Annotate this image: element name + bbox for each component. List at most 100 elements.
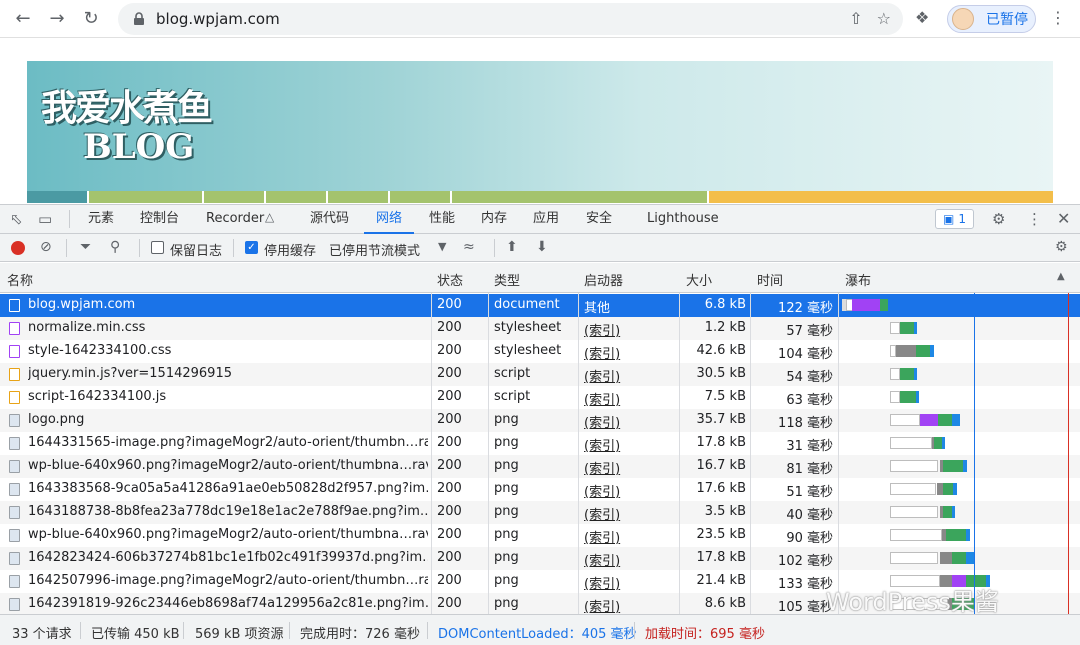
site-logo[interactable]: 我爱水煮鱼 BLOG bbox=[41, 79, 231, 169]
tab-network[interactable]: 网络 bbox=[364, 205, 415, 234]
request-initiator[interactable]: (索引) bbox=[584, 366, 674, 385]
chevron-down-icon[interactable]: ▼ bbox=[438, 240, 446, 253]
tab-sources[interactable]: 源代码 bbox=[310, 205, 349, 234]
bookmark-star-icon[interactable]: ☆ bbox=[877, 9, 891, 28]
clear-icon[interactable]: ⊘ bbox=[40, 239, 52, 255]
tab-performance[interactable]: 性能 bbox=[429, 205, 455, 234]
request-initiator[interactable]: (索引) bbox=[584, 550, 674, 569]
column-header-size[interactable]: 大小 bbox=[686, 270, 712, 289]
profile-button[interactable]: 已暂停 bbox=[947, 5, 1036, 33]
preserve-log-checkbox[interactable] bbox=[151, 241, 164, 254]
nav-segment[interactable] bbox=[390, 191, 452, 203]
throttling-select[interactable]: 已停用节流模式 bbox=[329, 240, 420, 259]
waterfall-bar-segment bbox=[938, 414, 952, 426]
sort-ascending-icon[interactable]: ▲ bbox=[1057, 271, 1065, 282]
request-initiator[interactable]: (索引) bbox=[584, 412, 674, 431]
tab-memory[interactable]: 内存 bbox=[481, 205, 507, 234]
divider bbox=[139, 239, 140, 257]
tab-elements[interactable]: 元素 bbox=[88, 205, 114, 234]
tab-lighthouse[interactable]: Lighthouse bbox=[647, 205, 719, 234]
search-icon[interactable]: ⚲ bbox=[110, 239, 120, 255]
disable-cache-checkbox[interactable]: ✓ bbox=[245, 241, 258, 254]
issues-counter-button[interactable]: ▣ 1 bbox=[935, 209, 974, 229]
column-header-name[interactable]: 名称 bbox=[7, 270, 33, 289]
avatar bbox=[952, 8, 974, 30]
table-row[interactable]: jquery.min.js?ver=1514296915 200 script (索引… bbox=[0, 363, 1080, 386]
nav-segment[interactable] bbox=[89, 191, 204, 203]
share-icon[interactable]: ⇧ bbox=[849, 9, 862, 28]
device-toolbar-icon[interactable]: ▭ bbox=[38, 210, 52, 228]
reload-icon[interactable]: ↻ bbox=[74, 4, 108, 34]
waterfall-bar-segment bbox=[920, 414, 938, 426]
network-settings-gear-icon[interactable]: ⚙ bbox=[1055, 239, 1068, 255]
request-initiator[interactable]: (索引) bbox=[584, 596, 674, 614]
request-initiator[interactable]: (索引) bbox=[584, 458, 674, 477]
request-initiator: 其他 bbox=[584, 301, 611, 316]
tab-recorder[interactable]: Recorder bbox=[206, 205, 264, 234]
back-icon[interactable]: ← bbox=[6, 4, 40, 34]
waterfall-bar-segment bbox=[952, 414, 960, 426]
nav-segment[interactable] bbox=[452, 191, 709, 203]
filter-icon[interactable]: ⏷ bbox=[80, 239, 91, 255]
table-row[interactable]: 1643188738-8b8fea23a778dc19e18e1ac2e788f… bbox=[0, 501, 1080, 524]
address-bar[interactable]: blog.wpjam.com ⇧ ☆ bbox=[118, 3, 903, 35]
table-row[interactable]: wp-blue-640x960.png?imageMogr2/auto-orie… bbox=[0, 524, 1080, 547]
request-initiator[interactable]: (索引) bbox=[584, 527, 674, 546]
nav-segment[interactable] bbox=[27, 191, 89, 203]
request-initiator[interactable]: (索引) bbox=[584, 573, 674, 592]
column-header-time[interactable]: 时间 bbox=[757, 270, 783, 289]
nav-search-area[interactable] bbox=[709, 191, 1053, 203]
settings-gear-icon[interactable]: ⚙ bbox=[992, 210, 1005, 228]
request-initiator[interactable]: (索引) bbox=[584, 504, 674, 523]
inspect-element-icon[interactable]: ⬁ bbox=[10, 210, 23, 228]
column-divider bbox=[578, 293, 579, 614]
request-time: 122 毫秒 bbox=[778, 301, 833, 316]
nav-segment[interactable] bbox=[266, 191, 328, 203]
request-type: png bbox=[494, 481, 519, 496]
request-initiator[interactable]: (索引) bbox=[584, 343, 674, 362]
request-status: 200 bbox=[437, 481, 462, 496]
request-name: script-1642334100.js bbox=[28, 389, 167, 404]
column-header-type[interactable]: 类型 bbox=[494, 270, 520, 289]
nav-segment[interactable] bbox=[204, 191, 266, 203]
request-initiator[interactable]: (索引) bbox=[584, 481, 674, 500]
more-options-icon[interactable]: ⋮ bbox=[1027, 210, 1042, 228]
network-conditions-icon[interactable]: ≈ bbox=[463, 239, 475, 255]
request-type: png bbox=[494, 527, 519, 542]
web-page-viewport: 我爱水煮鱼 BLOG bbox=[0, 38, 1080, 204]
export-har-icon[interactable]: ⬇ bbox=[536, 239, 548, 255]
column-header-waterfall[interactable]: 瀑布 bbox=[845, 270, 871, 289]
request-initiator[interactable]: (索引) bbox=[584, 389, 674, 408]
import-har-icon[interactable]: ⬆ bbox=[506, 239, 518, 255]
request-name: 1642507996-image.png?imageMogr2/auto-ori… bbox=[28, 573, 428, 588]
table-row[interactable]: normalize.min.css 200 stylesheet (索引) 1.2 kB… bbox=[0, 317, 1080, 340]
table-row[interactable]: wp-blue-640x960.png?imageMogr2/auto-orie… bbox=[0, 455, 1080, 478]
table-row[interactable]: blog.wpjam.com 200 document 其他 6.8 kB 122 毫秒 bbox=[0, 294, 1080, 317]
table-row[interactable]: 1643383568-9ca05a5a41286a91ae0eb50828d2f… bbox=[0, 478, 1080, 501]
waterfall-bar-segment bbox=[890, 506, 938, 518]
browser-menu-icon[interactable]: ⋮ bbox=[1050, 8, 1066, 27]
table-row[interactable]: 1644331565-image.png?imageMogr2/auto-ori… bbox=[0, 432, 1080, 455]
tab-security[interactable]: 安全 bbox=[586, 205, 612, 234]
forward-icon[interactable]: → bbox=[40, 4, 74, 34]
network-summary-bar: 33 个请求 已传输 450 kB 569 kB 项资源 完成用时：726 毫秒… bbox=[0, 614, 1080, 645]
waterfall-bar-segment bbox=[934, 437, 942, 449]
waterfall-bar-segment bbox=[914, 322, 917, 334]
extensions-puzzle-icon[interactable]: ❖ bbox=[915, 8, 929, 27]
table-row[interactable]: script-1642334100.js 200 script (索引) 7.5 kB 6… bbox=[0, 386, 1080, 409]
table-row[interactable]: 1642823424-606b37274b81bc1e1fb02c491f399… bbox=[0, 547, 1080, 570]
request-status: 200 bbox=[437, 435, 462, 450]
request-type: png bbox=[494, 550, 519, 565]
column-header-initiator[interactable]: 启动器 bbox=[584, 270, 623, 289]
close-devtools-icon[interactable]: ✕ bbox=[1057, 209, 1070, 228]
table-row[interactable]: logo.png 200 png (索引) 35.7 kB 118 毫秒 bbox=[0, 409, 1080, 432]
tab-console[interactable]: 控制台 bbox=[140, 205, 179, 234]
column-header-status[interactable]: 状态 bbox=[437, 270, 463, 289]
record-icon[interactable] bbox=[11, 241, 25, 255]
waterfall-bar-segment bbox=[942, 437, 945, 449]
table-row[interactable]: style-1642334100.css 200 stylesheet (索引) 42.… bbox=[0, 340, 1080, 363]
nav-segment[interactable] bbox=[328, 191, 390, 203]
request-initiator[interactable]: (索引) bbox=[584, 320, 674, 339]
tab-application[interactable]: 应用 bbox=[533, 205, 559, 234]
request-initiator[interactable]: (索引) bbox=[584, 435, 674, 454]
